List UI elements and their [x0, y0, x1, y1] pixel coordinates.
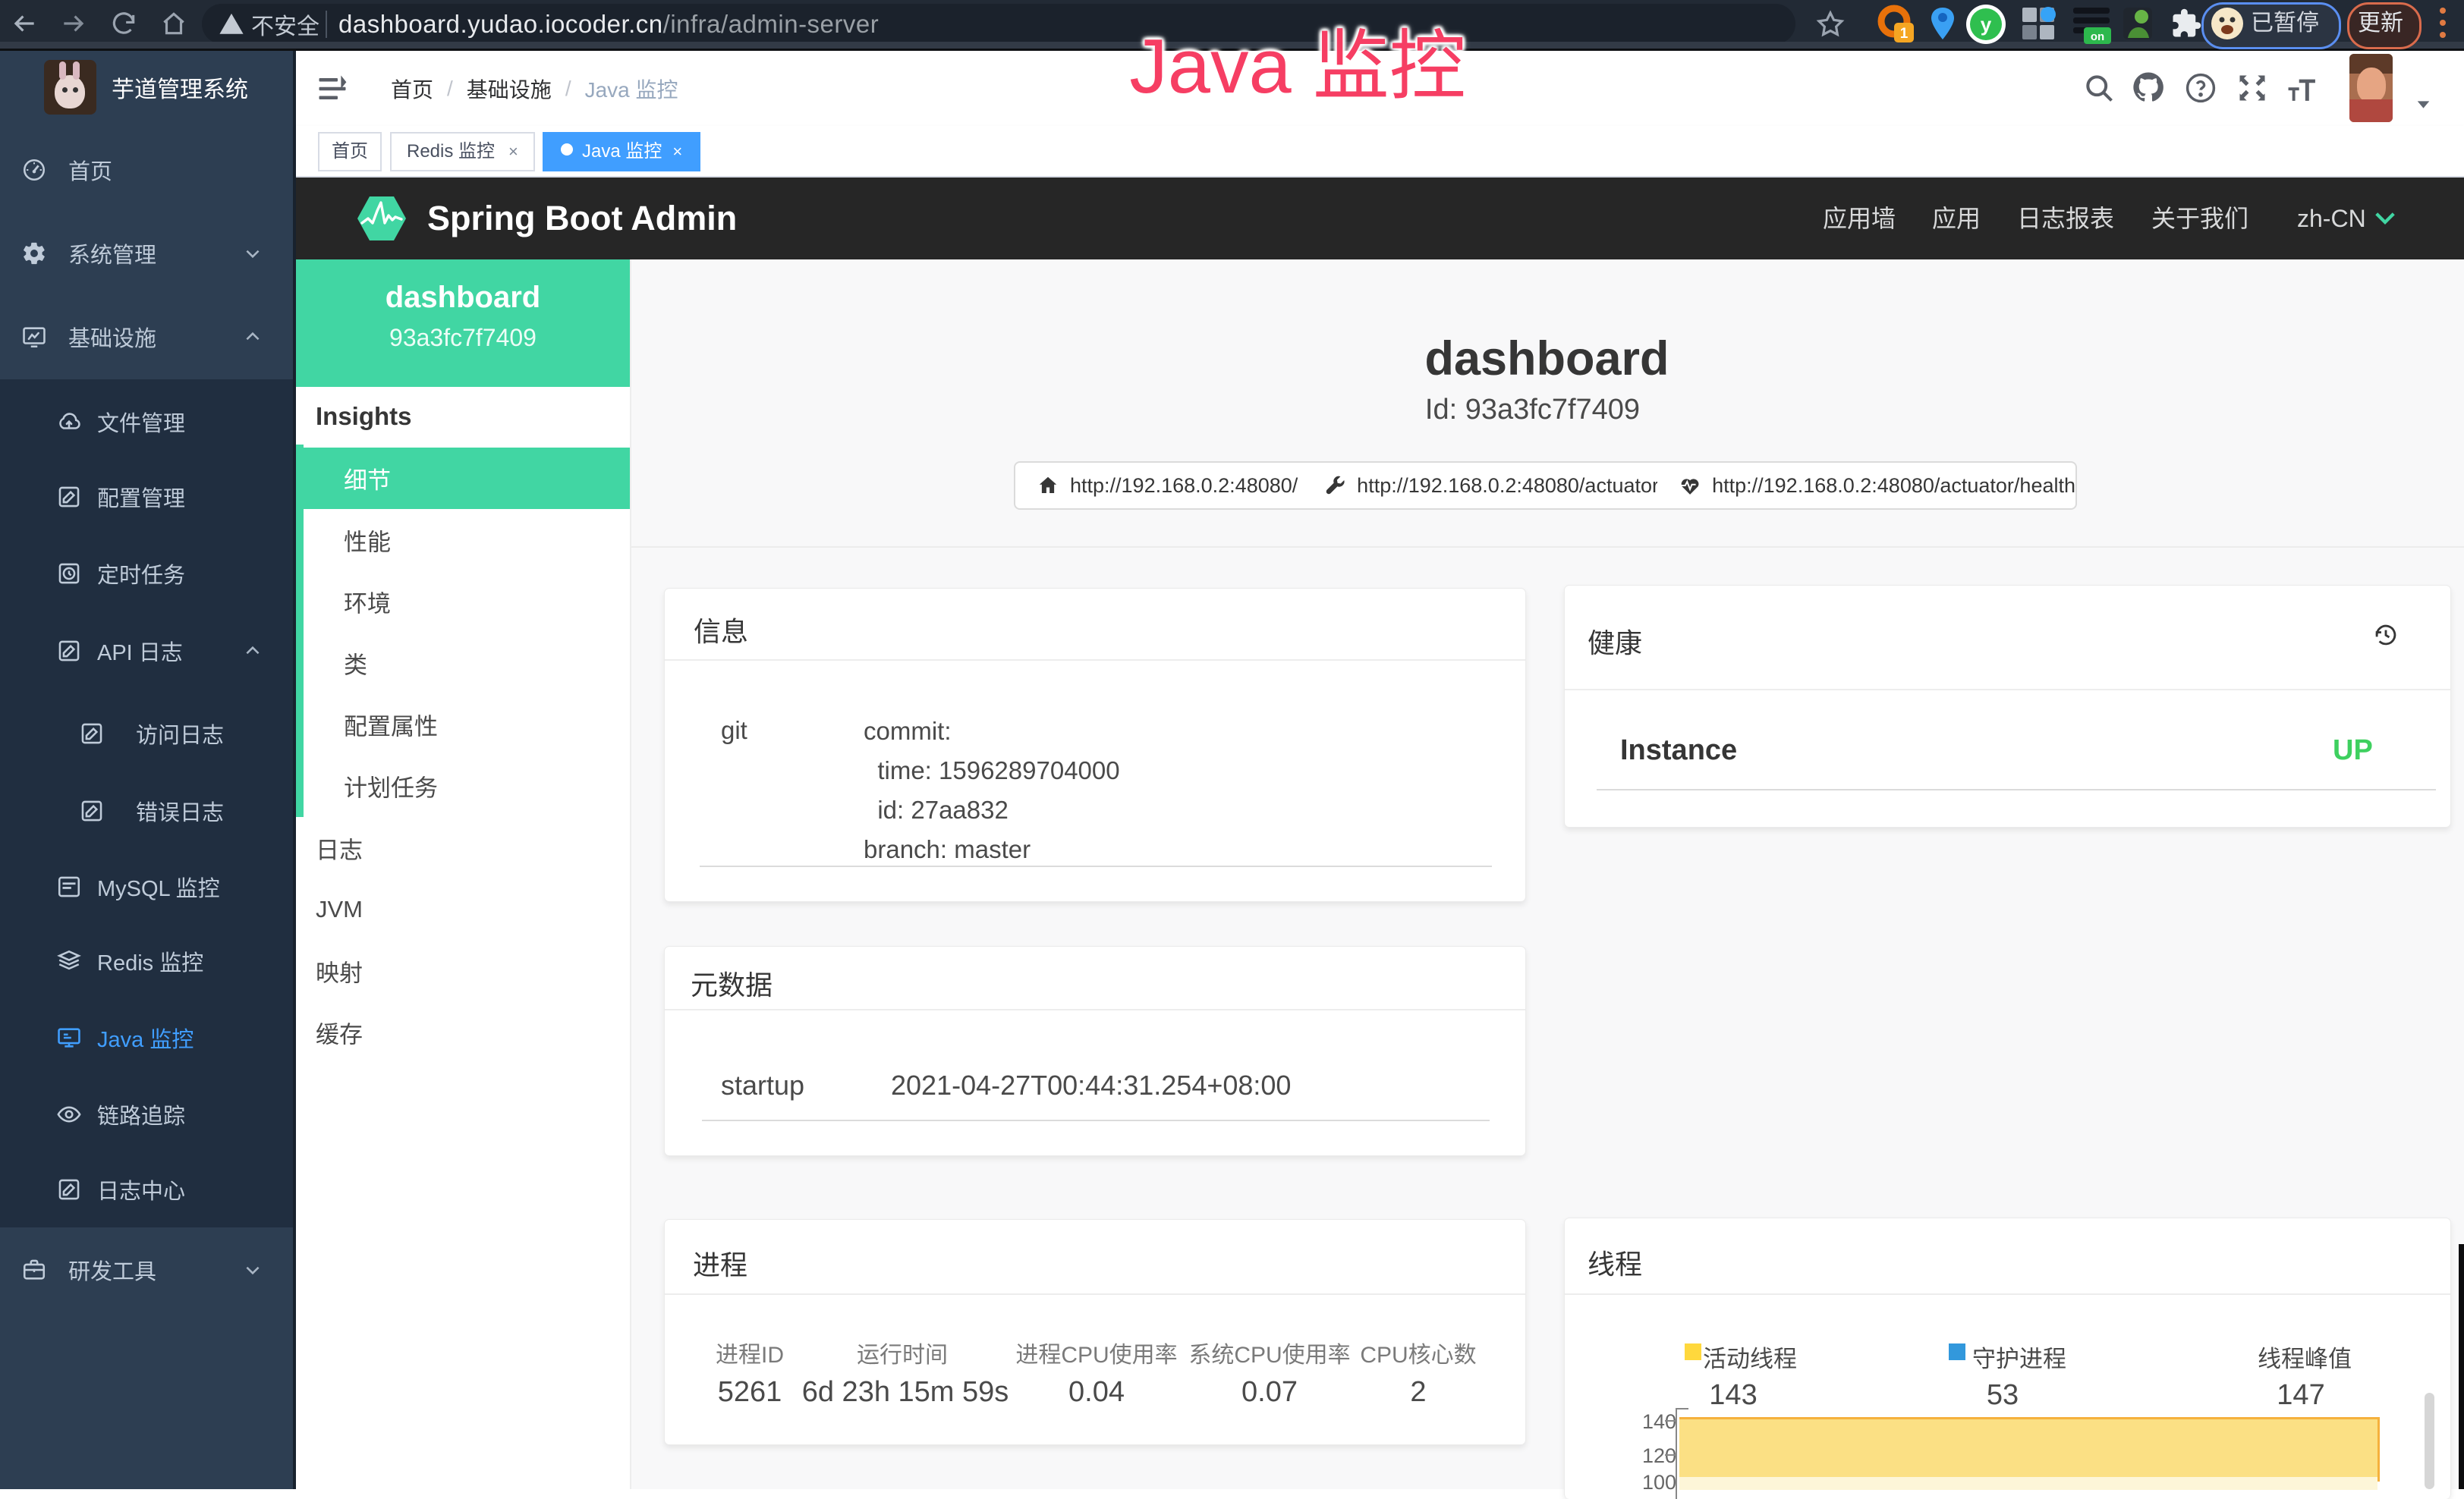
svg-text:y: y [1981, 13, 1992, 36]
svg-text:1: 1 [1900, 26, 1909, 42]
svg-text:on: on [2091, 30, 2104, 43]
